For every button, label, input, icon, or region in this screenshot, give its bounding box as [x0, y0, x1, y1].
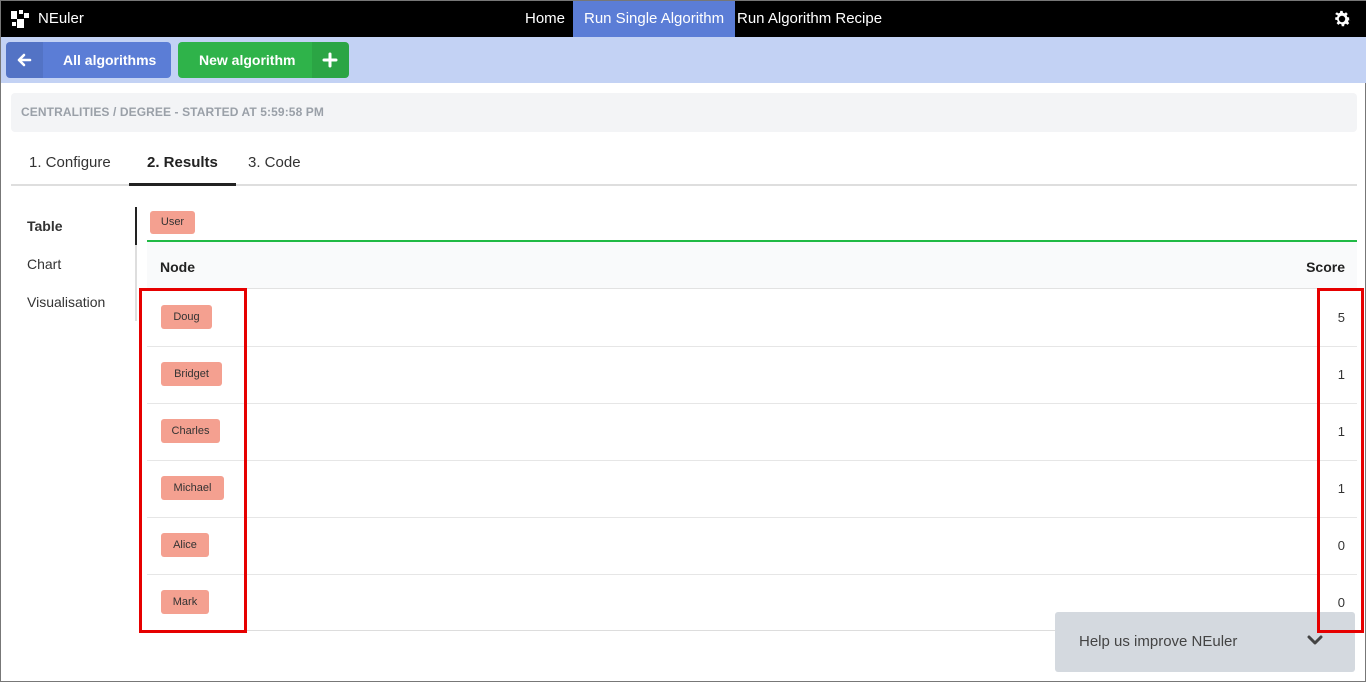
tab-code[interactable]: 3. Code: [230, 143, 319, 186]
node-column-highlight: [139, 288, 247, 633]
header-score: Score: [1306, 259, 1345, 275]
feedback-text: Help us improve NEuler: [1079, 633, 1238, 650]
table-row: Bridget 1: [147, 347, 1357, 404]
top-navbar: NEuler Home Run Single Algorithm Run Alg…: [1, 1, 1366, 37]
label-filter-chip[interactable]: User: [150, 211, 195, 234]
header-node: Node: [160, 259, 195, 275]
nav-run-single-algorithm[interactable]: Run Single Algorithm: [573, 1, 736, 37]
tab-results[interactable]: 2. Results: [129, 143, 236, 186]
nav-home[interactable]: Home: [514, 1, 576, 37]
all-algorithms-label: All algorithms: [63, 52, 157, 68]
nav-run-algorithm-recipe[interactable]: Run Algorithm Recipe: [726, 1, 893, 37]
results-table: Node Score Doug 5 Bridget 1 Charles 1 Mi…: [147, 240, 1357, 631]
active-indicator: [135, 207, 137, 245]
table-row: Alice 0: [147, 518, 1357, 575]
toolbar: All algorithms New algorithm: [1, 37, 1366, 83]
tab-configure[interactable]: 1. Configure: [11, 143, 129, 186]
plus-icon: [312, 42, 349, 78]
chevron-down-icon[interactable]: [1307, 634, 1323, 646]
results-tabs: 1. Configure 2. Results 3. Code: [11, 143, 1357, 186]
results-view-menu: Table Chart Visualisation: [11, 207, 137, 321]
all-algorithms-button[interactable]: All algorithms: [6, 42, 171, 78]
gear-icon[interactable]: [1331, 8, 1353, 30]
feedback-panel[interactable]: Help us improve NEuler: [1055, 612, 1355, 672]
score-column-highlight: [1317, 288, 1364, 633]
table-header: Node Score: [147, 242, 1357, 289]
side-item-visualisation[interactable]: Visualisation: [27, 294, 105, 310]
arrow-left-icon: [6, 42, 43, 78]
neuler-logo-icon: [11, 10, 29, 28]
new-algorithm-button[interactable]: New algorithm: [178, 42, 349, 78]
table-row: Michael 1: [147, 461, 1357, 518]
app-name[interactable]: NEuler: [38, 10, 84, 27]
side-item-table[interactable]: Table: [27, 218, 63, 234]
table-row: Doug 5: [147, 290, 1357, 347]
table-row: Charles 1: [147, 404, 1357, 461]
breadcrumb: CENTRALITIES / DEGREE - STARTED AT 5:59:…: [11, 93, 1357, 132]
side-item-chart[interactable]: Chart: [27, 256, 61, 272]
new-algorithm-label: New algorithm: [199, 52, 296, 68]
